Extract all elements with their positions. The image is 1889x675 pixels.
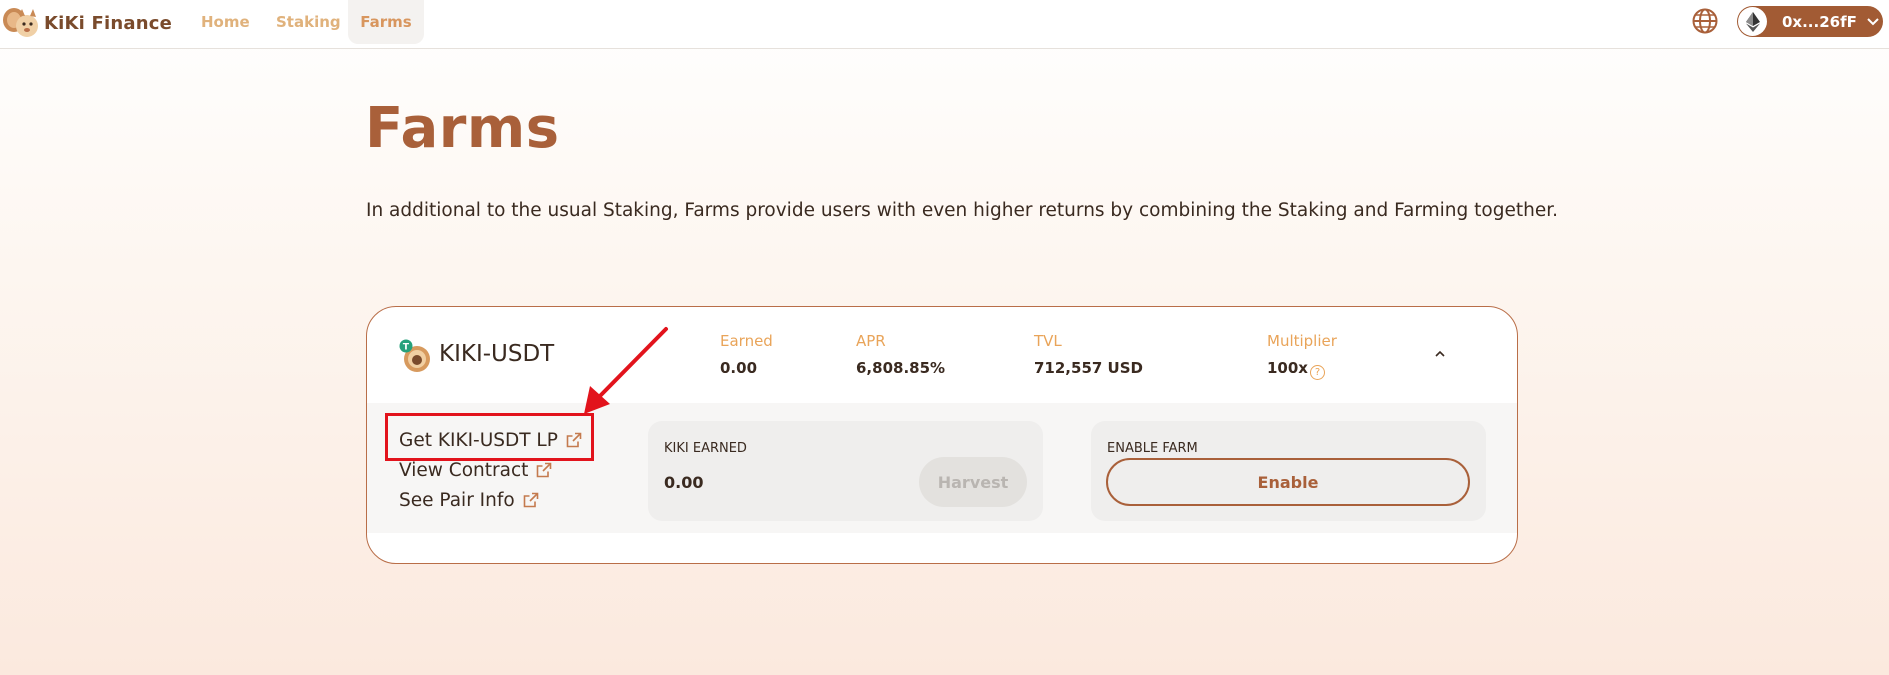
stat-apr: APR 6,808.85% xyxy=(856,332,945,377)
kiki-earned-panel: KIKI EARNED 0.00 Harvest xyxy=(648,421,1043,521)
stat-earned-value: 0.00 xyxy=(720,359,758,377)
nav-staking-link[interactable]: Staking xyxy=(276,13,341,31)
stat-apr-value: 6,808.85% xyxy=(856,359,946,377)
wallet-button[interactable]: 0x...26fF xyxy=(1737,6,1883,37)
kiki-usdt-pair-icon: T xyxy=(399,339,430,372)
page-title: Farms xyxy=(365,96,560,161)
chevron-down-icon xyxy=(1867,17,1879,25)
stat-multiplier-label: Multiplier xyxy=(1267,332,1337,350)
nav-item-home[interactable]: Home xyxy=(201,0,250,44)
farm-pair-name: KIKI-USDT xyxy=(439,341,555,367)
enable-farm-panel: ENABLE FARM Enable xyxy=(1091,421,1486,521)
stat-multiplier: Multiplier 100x? xyxy=(1267,332,1337,380)
stat-earned-label: Earned xyxy=(720,332,773,350)
kiki-earned-label: KIKI EARNED xyxy=(664,441,747,456)
nav-home-link[interactable]: Home xyxy=(201,13,250,31)
enable-farm-label: ENABLE FARM xyxy=(1107,441,1198,456)
globe-icon[interactable] xyxy=(1691,7,1719,35)
ethereum-icon xyxy=(1738,7,1767,36)
enable-button[interactable]: Enable xyxy=(1106,458,1470,506)
nav-item-farms[interactable]: Farms xyxy=(348,0,424,44)
help-icon[interactable]: ? xyxy=(1310,365,1325,380)
annotation-arrow-icon xyxy=(584,327,668,414)
brand-name: KiKi Finance xyxy=(44,12,173,34)
see-pair-info-link-label: See Pair Info xyxy=(399,489,515,511)
kiki-earned-value: 0.00 xyxy=(664,473,704,492)
stat-tvl: TVL 712,557 USD xyxy=(1034,332,1143,377)
external-link-icon xyxy=(537,462,552,478)
wallet-address: 0x...26fF xyxy=(1782,12,1857,31)
nav-item-staking[interactable]: Staking xyxy=(276,0,341,44)
see-pair-info-link[interactable]: See Pair Info xyxy=(399,485,582,515)
farm-card-details: Get KIKI-USDT LP View Contract See Pair … xyxy=(367,403,1517,533)
external-link-icon xyxy=(523,492,539,508)
nav-farms-link[interactable]: Farms xyxy=(360,13,411,31)
stat-earned: Earned 0.00 xyxy=(720,332,773,377)
view-contract-link-label: View Contract xyxy=(399,459,529,481)
farm-card: T KIKI-USDT Earned 0.00 APR 6,808.85% TV… xyxy=(366,306,1518,564)
stat-tvl-value: 712,557 USD xyxy=(1034,359,1143,377)
harvest-button[interactable]: Harvest xyxy=(919,457,1027,507)
top-navigation-bar: KiKi Finance Home Staking Farms 0x...26f… xyxy=(0,0,1889,49)
page-description: In additional to the usual Staking, Farm… xyxy=(366,200,1558,221)
annotation-highlight-box xyxy=(385,413,594,461)
stat-multiplier-row: 100x? xyxy=(1267,359,1337,380)
stat-multiplier-value: 100x xyxy=(1267,359,1308,377)
chevron-up-icon[interactable] xyxy=(1433,347,1447,361)
stat-tvl-label: TVL xyxy=(1034,332,1062,350)
farm-card-header[interactable]: T KIKI-USDT Earned 0.00 APR 6,808.85% TV… xyxy=(367,307,1517,403)
squirrel-logo-icon xyxy=(3,8,38,37)
svg-text:T: T xyxy=(403,343,410,353)
stat-apr-label: APR xyxy=(856,332,886,350)
brand-logo[interactable]: KiKi Finance xyxy=(2,5,172,41)
